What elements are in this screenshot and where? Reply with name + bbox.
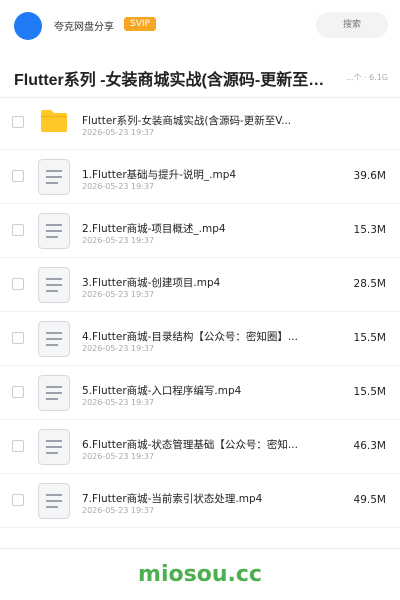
file-icon — [38, 321, 70, 357]
file-icon — [38, 375, 70, 411]
file-icon — [38, 213, 70, 249]
folder-title-bar: Flutter系列 -女装商城实战(含源码-更新至V3(1)... ...个 ·… — [0, 52, 400, 98]
item-date: 2026-05-23 19:37 — [82, 452, 155, 461]
item-size: 49.5M — [353, 494, 386, 506]
folder-meta: ...个 · 6.1G — [345, 73, 388, 82]
item-name: 2.Flutter商城-项目概述_.mp4 — [82, 223, 226, 235]
footer-divider — [0, 548, 400, 549]
checkbox[interactable] — [12, 386, 24, 398]
item-name: 7.Flutter商城-当前索引状态处理.mp4 — [82, 493, 263, 505]
file-icon — [38, 483, 70, 519]
item-name: 3.Flutter商城-创建项目.mp4 — [82, 277, 221, 289]
item-date: 2026-05-23 19:37 — [82, 398, 155, 407]
item-date: 2026-05-23 19:37 — [82, 182, 155, 191]
checkbox[interactable] — [12, 332, 24, 344]
item-size: 46.3M — [353, 440, 386, 452]
item-date: 2026-05-23 19:37 — [82, 506, 155, 515]
file-list: Flutter系列-女装商城实战(含源码-更新至V... 2026-05-23 … — [0, 96, 400, 528]
item-name: Flutter系列-女装商城实战(含源码-更新至V... — [82, 115, 292, 127]
search-input[interactable] — [316, 12, 388, 38]
file-icon — [38, 159, 70, 195]
list-item[interactable]: Flutter系列-女装商城实战(含源码-更新至V... 2026-05-23 … — [0, 96, 400, 150]
item-size: 15.5M — [353, 386, 386, 398]
watermark: miosou.cc — [138, 562, 262, 587]
list-item[interactable]: 5.Flutter商城-入口程序编写.mp4 2026-05-23 19:37 … — [0, 366, 400, 420]
checkbox[interactable] — [12, 440, 24, 452]
item-name: 1.Flutter基础与提升-说明_.mp4 — [82, 169, 237, 181]
header: 夸克网盘分享 SVIP — [0, 0, 400, 52]
item-size: 15.5M — [353, 332, 386, 344]
item-date: 2026-05-23 19:37 — [82, 344, 155, 353]
list-item[interactable]: 7.Flutter商城-当前索引状态处理.mp4 2026-05-23 19:3… — [0, 474, 400, 528]
checkbox[interactable] — [12, 224, 24, 236]
item-name: 4.Flutter商城-目录结构【公众号：密知圈】... — [82, 331, 298, 343]
item-date: 2026-05-23 19:37 — [82, 236, 155, 245]
list-item[interactable]: 3.Flutter商城-创建项目.mp4 2026-05-23 19:37 28… — [0, 258, 400, 312]
item-date: 2026-05-23 19:37 — [82, 128, 155, 137]
list-item[interactable]: 2.Flutter商城-项目概述_.mp4 2026-05-23 19:37 1… — [0, 204, 400, 258]
svip-badge: SVIP — [124, 17, 156, 31]
checkbox[interactable] — [12, 278, 24, 290]
list-item[interactable]: 6.Flutter商城-状态管理基础【公众号：密知... 2026-05-23 … — [0, 420, 400, 474]
page-title: Flutter系列 -女装商城实战(含源码-更新至V3(1)... — [14, 72, 332, 89]
list-item[interactable]: 1.Flutter基础与提升-说明_.mp4 2026-05-23 19:37 … — [0, 150, 400, 204]
item-date: 2026-05-23 19:37 — [82, 290, 155, 299]
checkbox[interactable] — [12, 116, 24, 128]
item-size: 15.3M — [353, 224, 386, 236]
item-name: 6.Flutter商城-状态管理基础【公众号：密知... — [82, 439, 298, 451]
file-icon — [38, 429, 70, 465]
file-icon — [38, 267, 70, 303]
item-size: 39.6M — [353, 170, 386, 182]
item-name: 5.Flutter商城-入口程序编写.mp4 — [82, 385, 242, 397]
item-size: 28.5M — [353, 278, 386, 290]
checkbox[interactable] — [12, 494, 24, 506]
user-name[interactable]: 夸克网盘分享 — [54, 18, 114, 33]
folder-icon — [41, 110, 67, 132]
checkbox[interactable] — [12, 170, 24, 182]
list-item[interactable]: 4.Flutter商城-目录结构【公众号：密知圈】... 2026-05-23 … — [0, 312, 400, 366]
avatar[interactable] — [14, 12, 42, 40]
